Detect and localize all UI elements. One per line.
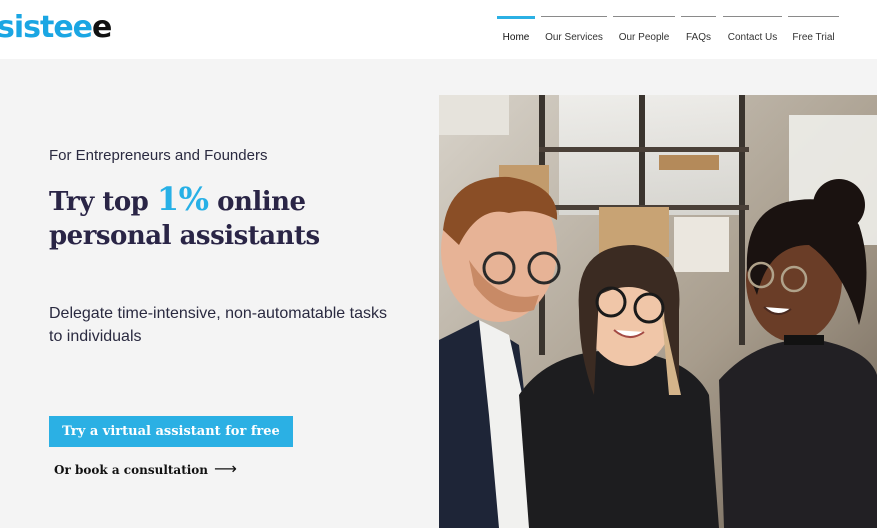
- hero-photo: [439, 95, 877, 528]
- headline-accent: 1%: [156, 180, 209, 218]
- hero-eyebrow: For Entrepreneurs and Founders: [49, 147, 268, 164]
- headline-part1: Try top: [49, 187, 157, 217]
- site-header: sisteee Home Our Services Our People FAQ…: [0, 0, 877, 59]
- headline-part2: online: [208, 187, 306, 217]
- headline-line2: personal assistants: [49, 221, 320, 251]
- nav-contact-us[interactable]: Contact Us: [723, 16, 782, 56]
- hero-subtext: Delegate time-intensive, non-automatable…: [49, 305, 387, 345]
- nav-free-trial[interactable]: Free Trial: [788, 16, 839, 56]
- logo-tail: e: [92, 10, 112, 45]
- hero-headline: Try top 1% online personal assistants: [49, 182, 320, 253]
- nav-faqs[interactable]: FAQs: [681, 16, 716, 56]
- nav-our-people[interactable]: Our People: [613, 16, 675, 56]
- nav-home[interactable]: Home: [497, 16, 535, 56]
- brand-logo[interactable]: sisteee: [0, 6, 112, 50]
- free-trial-cta-button[interactable]: Try a virtual assistant for free: [49, 416, 293, 447]
- arrow-right-icon: ⟶: [214, 459, 237, 478]
- nav-our-services[interactable]: Our Services: [541, 16, 607, 56]
- book-consultation-link[interactable]: Or book a consultation ⟶: [54, 459, 237, 480]
- team-photo-illustration: [439, 95, 877, 528]
- logo-text: sistee: [0, 10, 93, 45]
- consultation-label: Or book a consultation: [54, 463, 209, 477]
